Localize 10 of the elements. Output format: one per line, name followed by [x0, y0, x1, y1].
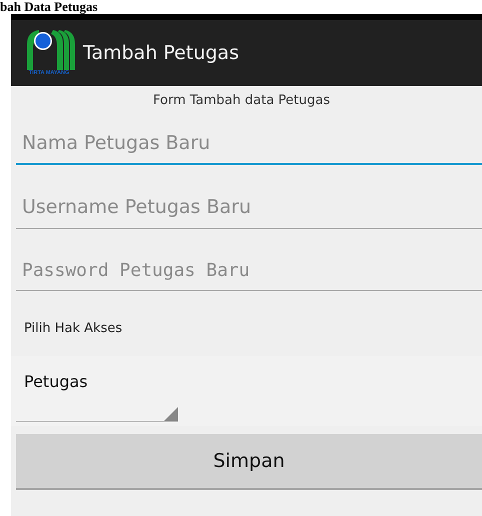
access-dropdown[interactable]: Petugas [16, 368, 178, 422]
app-title: Tambah Petugas [83, 40, 239, 66]
input-field[interactable]: Nama Petugas Baru [16, 120, 482, 165]
form-title: Form Tambah data Petugas [152, 92, 331, 110]
document-caption: bah Data Petugas [0, 0, 99, 14]
dropdown-triangle-icon [164, 407, 178, 421]
password-field[interactable]: Password Petugas Baru [16, 248, 482, 290]
input-field[interactable]: Username Petugas Baru [16, 185, 482, 228]
save-button[interactable]: Simpan [16, 434, 482, 490]
access-label: Pilih Hak Akses [24, 320, 124, 338]
